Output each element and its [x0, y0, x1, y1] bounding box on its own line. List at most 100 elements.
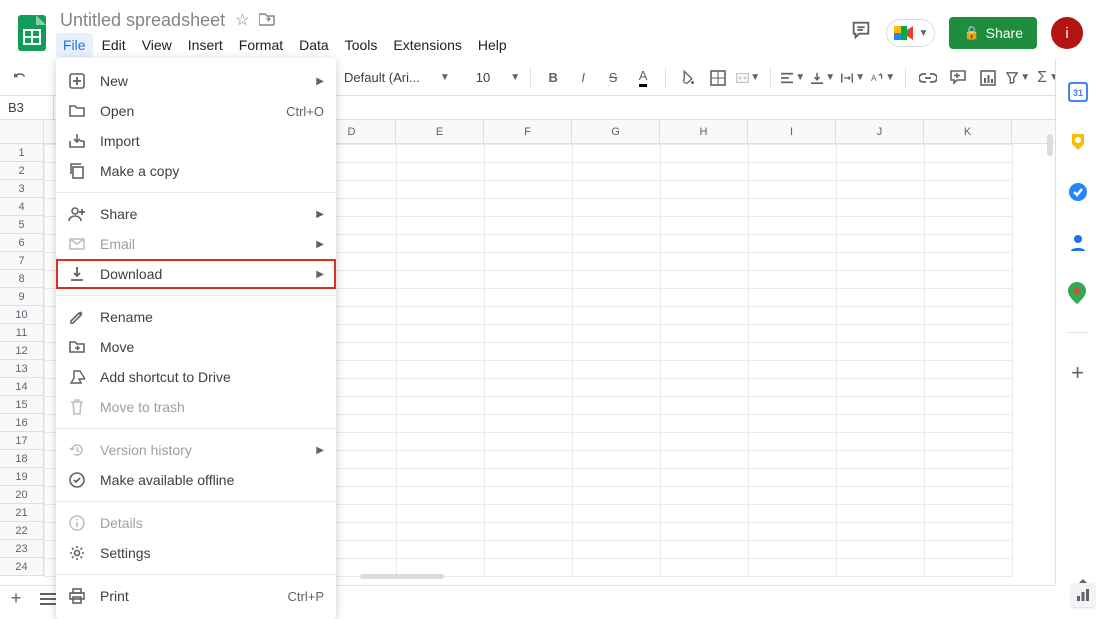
- row-header[interactable]: 15: [0, 396, 43, 414]
- svg-text:31: 31: [1072, 88, 1082, 98]
- row-header[interactable]: 9: [0, 288, 43, 306]
- col-header[interactable]: G: [572, 120, 660, 143]
- explore-button[interactable]: [1071, 583, 1095, 607]
- row-header[interactable]: 18: [0, 450, 43, 468]
- gear-icon: [68, 544, 86, 562]
- halign-button[interactable]: ▼: [781, 66, 805, 90]
- menu-import[interactable]: Import: [56, 126, 336, 156]
- menu-rename[interactable]: Rename: [56, 302, 336, 332]
- col-header[interactable]: F: [484, 120, 572, 143]
- account-avatar[interactable]: i: [1051, 17, 1083, 49]
- row-header[interactable]: 20: [0, 486, 43, 504]
- menu-insert[interactable]: Insert: [181, 33, 230, 57]
- submenu-arrow-icon: ▶: [316, 269, 324, 280]
- wrap-button[interactable]: ▼: [841, 66, 865, 90]
- row-header[interactable]: 19: [0, 468, 43, 486]
- menu-tools[interactable]: Tools: [338, 33, 385, 57]
- meet-button[interactable]: ▼: [886, 19, 936, 47]
- row-header[interactable]: 8: [0, 270, 43, 288]
- menu-print[interactable]: PrintCtrl+P: [56, 581, 336, 611]
- undo-button[interactable]: [8, 66, 32, 90]
- menu-make-a-copy[interactable]: Make a copy: [56, 156, 336, 186]
- menu-details: Details: [56, 508, 336, 538]
- borders-button[interactable]: [706, 66, 730, 90]
- strike-button[interactable]: S: [601, 66, 625, 90]
- text-color-button[interactable]: A: [631, 66, 655, 90]
- menu-new[interactable]: New▶: [56, 66, 336, 96]
- font-size-selector[interactable]: 10▼: [476, 70, 520, 85]
- share-button[interactable]: 🔒 Share: [949, 17, 1037, 49]
- row-header[interactable]: 4: [0, 198, 43, 216]
- fill-color-button[interactable]: [676, 66, 700, 90]
- menu-download[interactable]: Download▶: [56, 259, 336, 289]
- menu-edit[interactable]: Edit: [95, 33, 133, 57]
- comment-button[interactable]: [946, 66, 970, 90]
- calendar-icon[interactable]: 31: [1068, 82, 1088, 102]
- menu-share[interactable]: Share▶: [56, 199, 336, 229]
- menu-file[interactable]: File: [56, 33, 93, 57]
- document-title[interactable]: Untitled spreadsheet: [60, 10, 225, 31]
- menu-move[interactable]: Move: [56, 332, 336, 362]
- col-header[interactable]: K: [924, 120, 1012, 143]
- row-header[interactable]: 5: [0, 216, 43, 234]
- chevron-down-icon: ▼: [440, 72, 450, 83]
- menu-open[interactable]: OpenCtrl+O: [56, 96, 336, 126]
- row-header[interactable]: 21: [0, 504, 43, 522]
- menu-extensions[interactable]: Extensions: [386, 33, 468, 57]
- menu-data[interactable]: Data: [292, 33, 336, 57]
- row-header[interactable]: 10: [0, 306, 43, 324]
- addons-plus-icon[interactable]: +: [1068, 363, 1088, 383]
- row-header[interactable]: 7: [0, 252, 43, 270]
- row-header[interactable]: 6: [0, 234, 43, 252]
- menu-help[interactable]: Help: [471, 33, 514, 57]
- tasks-icon[interactable]: [1068, 182, 1088, 202]
- col-header[interactable]: H: [660, 120, 748, 143]
- chart-button[interactable]: [976, 66, 1000, 90]
- merge-button[interactable]: ▼: [736, 66, 760, 90]
- filter-button[interactable]: ▼: [1006, 66, 1030, 90]
- col-header[interactable]: I: [748, 120, 836, 143]
- menu-add-shortcut-to-drive[interactable]: Add shortcut to Drive: [56, 362, 336, 392]
- row-header[interactable]: 13: [0, 360, 43, 378]
- add-sheet-button[interactable]: +: [0, 588, 32, 609]
- contacts-icon[interactable]: [1068, 232, 1088, 252]
- row-header[interactable]: 23: [0, 540, 43, 558]
- link-button[interactable]: [916, 66, 940, 90]
- menu-format[interactable]: Format: [232, 33, 290, 57]
- row-header[interactable]: 22: [0, 522, 43, 540]
- menu-view[interactable]: View: [135, 33, 179, 57]
- menu-settings[interactable]: Settings: [56, 538, 336, 568]
- vertical-scrollbar[interactable]: [1047, 134, 1053, 156]
- valign-button[interactable]: ▼: [811, 66, 835, 90]
- keep-icon[interactable]: [1068, 132, 1088, 152]
- col-header[interactable]: E: [396, 120, 484, 143]
- menu-item-label: New: [100, 73, 128, 89]
- lock-icon: 🔒: [963, 25, 979, 41]
- menu-make-available-offline[interactable]: Make available offline: [56, 465, 336, 495]
- row-header[interactable]: 11: [0, 324, 43, 342]
- rotate-button[interactable]: A▼: [871, 66, 895, 90]
- italic-button[interactable]: I: [571, 66, 595, 90]
- email-icon: [68, 235, 86, 253]
- star-icon[interactable]: ☆: [235, 10, 249, 30]
- col-header[interactable]: J: [836, 120, 924, 143]
- row-header[interactable]: 3: [0, 180, 43, 198]
- select-all-corner[interactable]: [0, 120, 44, 144]
- bold-button[interactable]: B: [541, 66, 565, 90]
- name-box[interactable]: B3: [0, 96, 54, 119]
- comments-icon[interactable]: [850, 19, 872, 47]
- maps-icon[interactable]: [1068, 282, 1088, 302]
- row-header[interactable]: 12: [0, 342, 43, 360]
- move-to-icon[interactable]: [259, 12, 275, 29]
- row-header[interactable]: 16: [0, 414, 43, 432]
- row-header[interactable]: 14: [0, 378, 43, 396]
- menu-item-label: Move to trash: [100, 399, 185, 415]
- horizontal-scrollbar[interactable]: [360, 574, 444, 579]
- row-header[interactable]: 2: [0, 162, 43, 180]
- row-header[interactable]: 17: [0, 432, 43, 450]
- font-selector[interactable]: Default (Ari...▼: [344, 70, 450, 85]
- row-header[interactable]: 24: [0, 558, 43, 576]
- shortcut: Ctrl+O: [286, 104, 324, 119]
- sheets-logo[interactable]: [12, 13, 52, 53]
- row-header[interactable]: 1: [0, 144, 43, 162]
